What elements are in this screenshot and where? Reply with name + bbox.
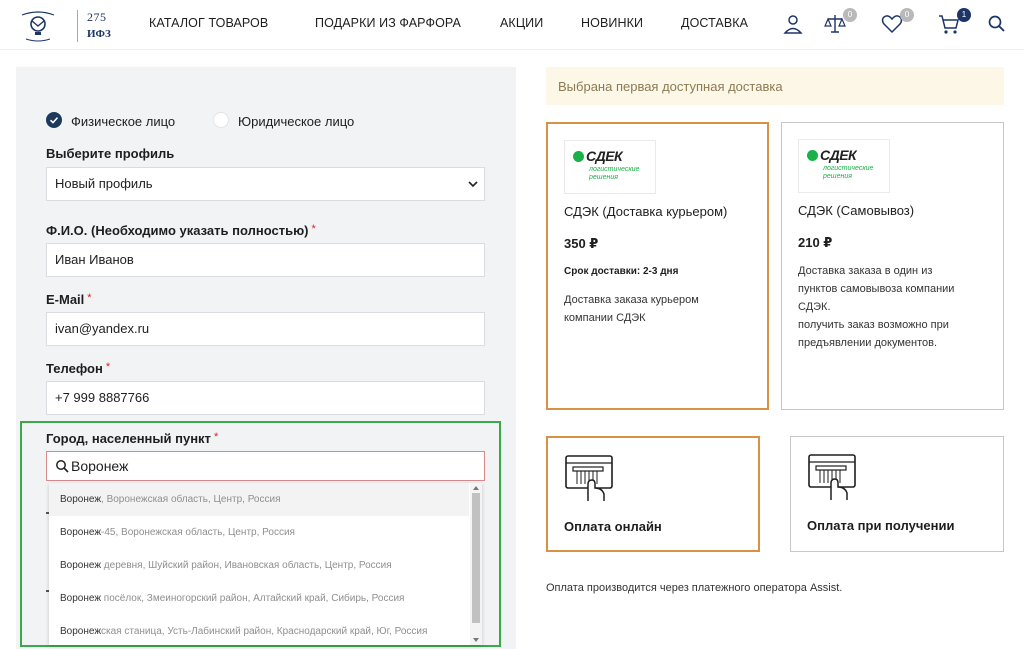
suggestions-scrollbar[interactable] <box>470 483 482 645</box>
city-suggestions-dropdown: Воронеж, Воронежская область, Центр, Рос… <box>49 483 482 645</box>
delivery-option-description: Доставка заказа курьером компании СДЭК <box>564 294 699 324</box>
city-label: Город, населенный пункт * <box>46 431 218 446</box>
payment-note: Оплата производится через платежного опе… <box>546 582 843 594</box>
sdek-logo-subtitle: логистические решения <box>589 166 639 182</box>
suggestion-rest: ская станица, Усть-Лабинский район, Крас… <box>101 626 428 637</box>
delivery-option-term: Срок доставки: 2-3 дня <box>564 266 679 277</box>
profile-select-value: Новый профиль <box>55 176 153 191</box>
payment-option-label: Оплата онлайн <box>564 519 662 534</box>
payment-terminal-icon <box>808 454 856 500</box>
email-label: E-Mail * <box>46 292 92 307</box>
sdek-logo-sub-2: решения <box>589 174 618 181</box>
required-mark: * <box>311 223 316 235</box>
delivery-option-price: 350 ₽ <box>564 236 599 251</box>
city-input-value: Воронеж <box>71 458 129 474</box>
delivery-option-title: СДЭК (Самовывоз) <box>798 203 915 218</box>
sdek-logo-sub-1: логистические <box>823 165 874 172</box>
fio-label: Ф.И.О. (Необходимо указать полностью) * <box>46 223 316 238</box>
sdek-logo: СДЕК логистические решения <box>564 140 656 194</box>
suggestion-match: Воронеж <box>60 593 102 604</box>
logo-number: 275 <box>87 10 107 24</box>
suggestion-match: Воронеж <box>60 494 102 505</box>
suggestion-item[interactable]: Воронеж деревня, Шуйский район, Ивановск… <box>49 549 469 582</box>
fio-input[interactable]: Иван Иванов <box>46 243 485 277</box>
check-icon <box>49 117 59 124</box>
payment-terminal-icon <box>565 455 613 501</box>
search-icon <box>988 15 1005 32</box>
nav-porcelain-gifts[interactable]: ПОДАРКИ ИЗ ФАРФОРА <box>315 16 461 30</box>
fio-label-text: Ф.И.О. (Необходимо указать полностью) <box>46 223 309 238</box>
user-icon <box>783 15 803 34</box>
suggestion-rest: -45, Воронежская область, Центр, Россия <box>101 527 295 538</box>
suggestions-scrollbar-thumb[interactable] <box>472 493 480 623</box>
profile-select[interactable]: Новый профиль <box>46 167 485 201</box>
chevron-down-icon <box>468 181 478 188</box>
search-icon <box>56 460 69 473</box>
logo-divider <box>77 10 78 42</box>
phone-input[interactable]: +7 999 8887766 <box>46 381 485 415</box>
compare-count-badge: 0 <box>843 8 857 22</box>
phone-label-text: Телефон <box>46 361 103 376</box>
delivery-notice-text: Выбрана первая доступная доставка <box>558 79 783 94</box>
phone-label: Телефон * <box>46 361 110 376</box>
sdek-logo-mark-icon <box>573 151 584 162</box>
compare-button[interactable]: 0 <box>823 8 857 36</box>
favorites-count-badge: 0 <box>900 8 914 22</box>
suggestion-match: Воронеж <box>60 560 102 571</box>
suggestion-rest: , Воронежская область, Центр, Россия <box>101 494 281 505</box>
site-header: 275 ИФЗ КАТАЛОГ ТОВАРОВ ПОДАРКИ ИЗ ФАРФО… <box>0 0 1024 50</box>
nav-delivery[interactable]: ДОСТАВКА <box>681 16 748 30</box>
delivery-notice: Выбрана первая доступная доставка <box>546 67 1004 105</box>
delivery-option-description: Доставка заказа в один из пунктов самовы… <box>798 265 955 349</box>
nav-promotions[interactable]: АКЦИИ <box>500 16 543 30</box>
city-input[interactable]: Воронеж <box>46 451 485 481</box>
suggestion-item[interactable]: Воронежская станица, Усть-Лабинский райо… <box>49 615 469 645</box>
radio-legal-entity-label: Юридическое лицо <box>238 114 355 129</box>
site-logo[interactable]: 275 ИФЗ <box>18 8 111 44</box>
sdek-logo-sub-1: логистические <box>589 166 640 173</box>
sdek-logo-word: СДЕК <box>820 147 857 163</box>
email-input[interactable]: ivan@yandex.ru <box>46 312 485 346</box>
favorites-button[interactable]: 0 <box>880 8 914 36</box>
sdek-logo-sub-2: решения <box>823 173 852 180</box>
sdek-logo-subtitle: логистические решения <box>823 165 873 181</box>
scroll-down-arrow-icon[interactable] <box>473 638 479 642</box>
suggestion-rest: посёлок, Змеиногорский район, Алтайский … <box>101 593 405 604</box>
emblem-icon <box>21 11 55 42</box>
suggestion-item[interactable]: Воронеж-45, Воронежская область, Центр, … <box>49 516 469 549</box>
account-button[interactable] <box>781 12 805 36</box>
delivery-option-title: СДЭК (Доставка курьером) <box>564 204 728 219</box>
suggestion-rest: деревня, Шуйский район, Ивановская облас… <box>101 560 392 571</box>
payment-option-online[interactable]: Оплата онлайн <box>546 436 760 552</box>
suggestion-match: Воронеж <box>60 626 102 637</box>
payment-option-label: Оплата при получении <box>807 518 955 533</box>
required-mark: * <box>105 361 111 373</box>
suggestion-item[interactable]: Воронеж посёлок, Змеиногорский район, Ал… <box>49 582 469 615</box>
sdek-logo-mark-icon <box>807 150 818 161</box>
scroll-up-arrow-icon[interactable] <box>473 486 479 490</box>
delivery-option-pickup[interactable]: СДЕК логистические решения СДЭК (Самовыв… <box>781 122 1004 410</box>
sdek-logo: СДЕК логистические решения <box>798 139 890 193</box>
city-label-text: Город, населенный пункт <box>46 431 211 446</box>
cart-button[interactable]: 1 <box>937 8 971 36</box>
required-mark: * <box>213 431 219 443</box>
nav-catalog[interactable]: КАТАЛОГ ТОВАРОВ <box>149 16 268 30</box>
search-button[interactable] <box>985 12 1009 36</box>
delivery-option-courier[interactable]: СДЕК логистические решения СДЭК (Доставк… <box>546 122 769 410</box>
nav-new[interactable]: НОВИНКИ <box>581 16 643 30</box>
payment-option-on-delivery[interactable]: Оплата при получении <box>790 436 1004 552</box>
sdek-logo-word: СДЕК <box>586 148 623 164</box>
radio-individual-label: Физическое лицо <box>71 114 176 129</box>
required-mark: * <box>87 292 92 304</box>
logo-abbr: ИФЗ <box>87 28 111 40</box>
radio-individual[interactable] <box>46 112 62 128</box>
cart-count-badge: 1 <box>957 8 971 22</box>
delivery-option-price: 210 ₽ <box>798 235 833 250</box>
suggestion-match: Воронеж <box>60 527 102 538</box>
suggestion-item[interactable]: Воронеж, Воронежская область, Центр, Рос… <box>49 483 469 516</box>
radio-legal-entity[interactable] <box>213 112 229 128</box>
email-label-text: E-Mail <box>46 292 85 307</box>
profile-label: Выберите профиль <box>46 146 175 161</box>
